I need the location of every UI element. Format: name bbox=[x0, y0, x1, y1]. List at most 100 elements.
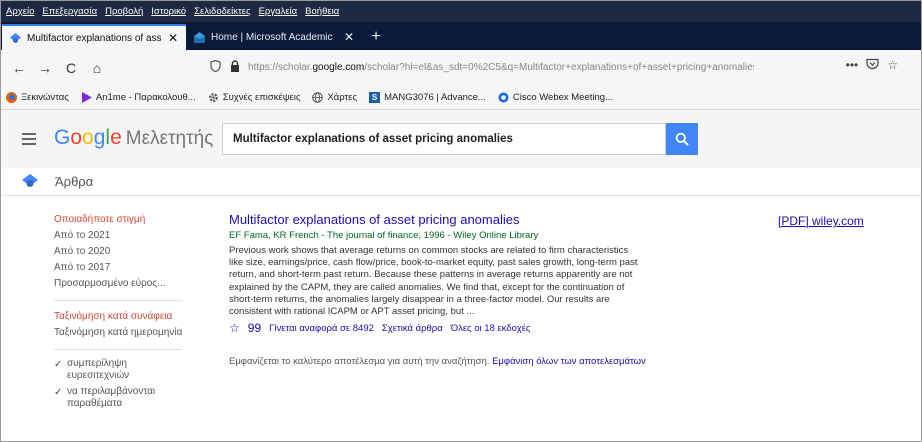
menu-help[interactable]: Βοήθεια bbox=[305, 6, 339, 17]
pocket-icon[interactable] bbox=[866, 58, 879, 73]
bookmark-label: Ξεκινώντας bbox=[21, 92, 69, 103]
bookmark-label: Cisco Webex Meeting... bbox=[512, 92, 613, 103]
close-icon[interactable]: ✕ bbox=[168, 31, 178, 45]
sort-by-date[interactable]: Ταξινόμηση κατά ημερομηνία bbox=[54, 325, 194, 341]
bookmark-maps[interactable]: Χάρτες bbox=[312, 92, 357, 103]
menu-file[interactable]: Αρχείο bbox=[6, 6, 34, 17]
pdf-link[interactable]: [PDF] wiley.com bbox=[778, 214, 864, 228]
nav-actions: ••• ☆ bbox=[846, 58, 898, 73]
cite-quote-icon[interactable]: 99 bbox=[248, 321, 261, 335]
bookmark-getting-started[interactable]: Ξεκινώντας bbox=[6, 92, 69, 103]
s-icon: S bbox=[369, 92, 381, 103]
logo-suffix: Μελετητής bbox=[125, 128, 214, 149]
tab-bar: Multifactor explanations of ass ✕ Home |… bbox=[0, 22, 922, 50]
search-result: Multifactor explanations of asset pricin… bbox=[229, 212, 645, 335]
logo-letter: o bbox=[70, 126, 83, 149]
close-icon[interactable]: ✕ bbox=[344, 30, 354, 44]
result-title[interactable]: Multifactor explanations of asset pricin… bbox=[229, 212, 645, 228]
scholar-icon bbox=[10, 32, 21, 44]
save-star-icon[interactable]: ☆ bbox=[229, 321, 240, 335]
menu-view[interactable]: Προβολή bbox=[105, 6, 143, 17]
bookmark-frequent[interactable]: Συχνές επισκέψεις bbox=[208, 92, 301, 103]
firefox-icon bbox=[6, 92, 17, 103]
scholar-header: Google Μελετητής Multifactor explanations… bbox=[0, 110, 922, 168]
menu-tools[interactable]: Εργαλεία bbox=[259, 6, 298, 17]
logo-letter: o bbox=[82, 126, 94, 149]
tab-scholar[interactable]: Multifactor explanations of ass ✕ bbox=[2, 24, 186, 50]
bookmark-label: Συχνές επισκέψεις bbox=[222, 92, 301, 103]
url-prefix: https://scholar. bbox=[248, 61, 313, 73]
result-meta: EF Fama, KR French - The journal of fina… bbox=[229, 230, 539, 241]
bookmark-webex[interactable]: Cisco Webex Meeting... bbox=[498, 92, 613, 103]
shield-icon bbox=[210, 59, 226, 75]
search-icon bbox=[675, 132, 689, 146]
cited-by-link[interactable]: Γίνεται αναφορά σε 8492 bbox=[269, 323, 374, 334]
pdf-source: wiley.com bbox=[812, 214, 864, 228]
checkbox-label: συμπερίληψη ευρεσιτεχνιών bbox=[67, 358, 130, 381]
play-icon bbox=[81, 92, 92, 103]
result-actions: ☆ 99 Γίνεται αναφορά σε 8492 Σχετικά άρθ… bbox=[229, 321, 645, 335]
divider bbox=[54, 349, 182, 350]
scholar-cap-icon bbox=[22, 174, 38, 193]
search-query: Multifactor explanations of asset pricin… bbox=[233, 133, 513, 145]
lock-icon bbox=[230, 59, 244, 75]
result-snippet: Previous work shows that average returns… bbox=[229, 245, 638, 318]
show-all-results-link[interactable]: Εμφάνιση όλων των αποτελεσμάτων bbox=[492, 356, 646, 367]
filter-since-2020[interactable]: Από το 2020 bbox=[54, 244, 194, 260]
menu-history[interactable]: Ιστορικό bbox=[151, 6, 186, 17]
bookmark-label: MANG3076 | Advance... bbox=[384, 92, 486, 103]
include-patents-checkbox[interactable]: ✓ συμπερίληψη ευρεσιτεχνιών bbox=[54, 358, 194, 382]
logo-letter: g bbox=[93, 126, 106, 149]
checkmark-icon: ✓ bbox=[54, 359, 63, 370]
tab-title: Multifactor explanations of ass bbox=[27, 32, 162, 44]
best-result-note: Εμφανίζεται το καλύτερο αποτέλεσμα για α… bbox=[229, 356, 646, 367]
nav-bar: ← → C ⌂ https://scholar. google.com/schol… bbox=[0, 50, 922, 86]
all-versions-link[interactable]: Όλες οι 18 εκδοχές bbox=[451, 323, 531, 334]
menu-bookmarks[interactable]: Σελιδοδείκτες bbox=[194, 6, 251, 17]
bookmark-label: Χάρτες bbox=[327, 92, 358, 103]
bookmarks-bar: Ξεκινώντας An1me - Παρακολουθ... Συχνές … bbox=[0, 86, 922, 110]
checkbox-label: να περιλαμβάνονται παραθέματα bbox=[67, 386, 156, 409]
logo-letter: e bbox=[110, 126, 122, 149]
microsoft-academic-icon bbox=[194, 31, 205, 43]
best-result-text: Εμφανίζεται το καλύτερο αποτέλεσμα για α… bbox=[229, 356, 490, 367]
pdf-tag: [PDF] bbox=[778, 214, 809, 228]
back-button[interactable]: ← bbox=[8, 57, 30, 79]
url-bar[interactable]: https://scholar. google.com/scholar?hl=el… bbox=[210, 55, 860, 79]
section-bar: Άρθρα bbox=[0, 168, 922, 196]
url-path: /scholar?hl=el&as_sdt=0%2C5&q=Multifacto… bbox=[364, 61, 755, 73]
menu-bar: Αρχείο Επεξεργασία Προβολή Ιστορικό Σελι… bbox=[0, 0, 922, 22]
scholar-logo[interactable]: Google Μελετητής bbox=[54, 126, 213, 150]
hamburger-menu-icon[interactable] bbox=[22, 133, 36, 145]
webex-icon bbox=[498, 92, 509, 103]
checkmark-icon: ✓ bbox=[54, 387, 63, 398]
filter-since-2021[interactable]: Από το 2021 bbox=[54, 228, 194, 244]
logo-letter: G bbox=[54, 126, 71, 149]
filter-any-time[interactable]: Οποιαδήποτε στιγμή bbox=[54, 212, 194, 228]
bookmark-label: An1me - Παρακολουθ... bbox=[95, 92, 196, 103]
filters-sidebar: Οποιαδήποτε στιγμή Από το 2021 Από το 20… bbox=[54, 212, 194, 414]
url-host: google.com bbox=[312, 61, 365, 73]
search-input[interactable]: Multifactor explanations of asset pricin… bbox=[222, 123, 666, 155]
globe-icon bbox=[312, 92, 324, 103]
section-title[interactable]: Άρθρα bbox=[55, 174, 93, 189]
new-tab-button[interactable]: + bbox=[362, 24, 390, 50]
tab-title: Home | Microsoft Academic bbox=[211, 31, 333, 43]
sort-by-relevance[interactable]: Ταξινόμηση κατά συνάφεια bbox=[54, 309, 194, 325]
forward-button[interactable]: → bbox=[34, 57, 56, 79]
bookmark-star-icon[interactable]: ☆ bbox=[887, 58, 898, 73]
include-citations-checkbox[interactable]: ✓ να περιλαμβάνονται παραθέματα bbox=[54, 386, 194, 410]
bookmark-anime[interactable]: An1me - Παρακολουθ... bbox=[81, 92, 196, 103]
related-articles-link[interactable]: Σχετικά άρθρα bbox=[382, 323, 443, 334]
filter-since-2017[interactable]: Από το 2017 bbox=[54, 260, 194, 276]
bookmark-mang3076[interactable]: S MANG3076 | Advance... bbox=[369, 92, 486, 103]
gear-icon bbox=[208, 92, 219, 103]
filter-custom-range[interactable]: Προσαρμοσμένο εύρος... bbox=[54, 276, 194, 292]
tab-microsoft-academic[interactable]: Home | Microsoft Academic ✕ bbox=[186, 24, 362, 50]
menu-edit[interactable]: Επεξεργασία bbox=[42, 6, 97, 17]
home-button[interactable]: ⌂ bbox=[86, 57, 108, 79]
page-actions-icon[interactable]: ••• bbox=[846, 58, 859, 73]
divider bbox=[54, 300, 182, 301]
search-button[interactable] bbox=[666, 123, 698, 155]
reload-button[interactable]: C bbox=[60, 57, 82, 79]
